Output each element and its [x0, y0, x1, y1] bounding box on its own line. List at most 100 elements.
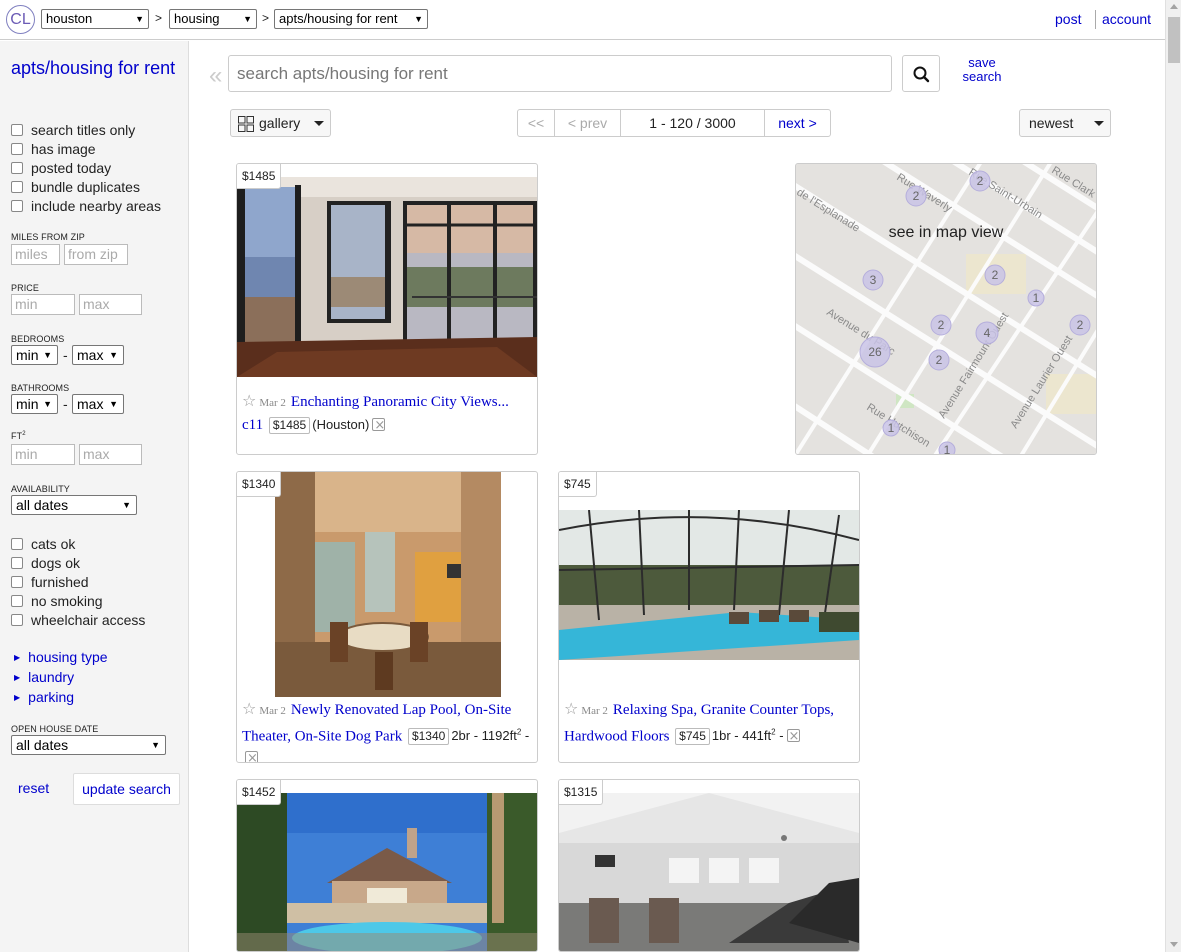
no-smoking-checkbox[interactable]: no smoking: [11, 592, 103, 610]
city-select[interactable]: houston ▼: [41, 9, 149, 29]
search-icon: [913, 66, 930, 83]
hide-listing-icon[interactable]: [245, 748, 258, 762]
collapse-sidebar-icon[interactable]: «: [209, 62, 222, 90]
listing-card[interactable]: $1315: [558, 779, 860, 952]
search-button[interactable]: [902, 55, 940, 92]
sort-label: newest: [1029, 115, 1074, 131]
listing-photo[interactable]: [275, 472, 501, 697]
hide-listing-icon[interactable]: [372, 415, 386, 437]
map-cluster-count: 1: [1033, 291, 1040, 305]
scroll-down-icon[interactable]: [1170, 942, 1178, 947]
listing-title-continued[interactable]: c11: [242, 417, 263, 433]
sort-select[interactable]: newest: [1019, 109, 1111, 137]
checkbox[interactable]: [11, 614, 23, 626]
open-house-select[interactable]: all dates ▼: [11, 735, 166, 755]
chevron-down-icon: ▼: [109, 399, 118, 409]
range-dash: -: [63, 347, 68, 363]
chevron-down-icon: ▼: [122, 500, 131, 510]
hide-listing-icon[interactable]: [786, 726, 800, 748]
next-page-button[interactable]: next >: [765, 110, 830, 136]
first-page-button[interactable]: <<: [518, 110, 555, 136]
listing-card[interactable]: $1340 ☆ Mar 2 Newly Renovated Lap Pool, On…: [236, 471, 538, 763]
has-image-checkbox[interactable]: has image: [11, 140, 96, 158]
include-nearby-checkbox[interactable]: include nearby areas: [11, 197, 161, 215]
laundry-link[interactable]: ▶ laundry: [14, 668, 74, 687]
star-icon[interactable]: ☆: [564, 699, 578, 718]
star-icon[interactable]: ☆: [242, 699, 256, 718]
chevron-down-icon: ▼: [135, 14, 144, 24]
divider: [1095, 10, 1096, 29]
listing-card[interactable]: $1452: [236, 779, 538, 952]
dogs-ok-checkbox[interactable]: dogs ok: [11, 554, 80, 572]
checkbox[interactable]: [11, 538, 23, 550]
bathrooms-label: BATHROOMS: [11, 383, 70, 393]
breadcrumb-separator: >: [155, 11, 163, 25]
housing-type-link[interactable]: ▶ housing type: [14, 648, 108, 667]
price-max-input[interactable]: max: [79, 294, 142, 315]
checkbox[interactable]: [11, 124, 23, 136]
chevron-down-icon: ▼: [243, 14, 252, 24]
listing-photo[interactable]: [237, 177, 537, 377]
subcategory-select[interactable]: apts/housing for rent ▼: [274, 9, 428, 29]
map-image: de l'Esplanade Rue Saint-Urbain Rue Clar…: [796, 164, 1096, 454]
listing-photo[interactable]: [559, 510, 859, 660]
breadcrumb-separator: >: [262, 11, 270, 25]
listing-date: Mar 2: [259, 397, 286, 409]
map-view-label[interactable]: see in map view: [796, 224, 1096, 242]
map-cluster-count: 2: [913, 189, 920, 203]
scrollbar-thumb[interactable]: [1168, 17, 1180, 63]
apartment-interior-image: [237, 177, 537, 377]
listing-card[interactable]: $1485 ☆ Mar 2 Enchanting Panoramic City …: [236, 163, 538, 455]
parking-link[interactable]: ▶ parking: [14, 688, 74, 707]
view-mode-button[interactable]: gallery: [230, 109, 331, 137]
price-badge: $1340: [407, 728, 450, 746]
wheelchair-access-checkbox[interactable]: wheelchair access: [11, 611, 145, 629]
checkbox[interactable]: [11, 200, 23, 212]
listing-card[interactable]: $745 ☆ Mar 2 Relaxing Spa, Granite Count…: [558, 471, 860, 763]
pagination: << < prev 1 - 120 / 3000 next >: [517, 109, 831, 137]
price-label: PRICE: [11, 283, 40, 293]
craigslist-logo[interactable]: CL: [6, 5, 35, 34]
scroll-up-icon[interactable]: [1170, 4, 1178, 9]
star-icon[interactable]: ☆: [242, 391, 256, 410]
bedrooms-min-select[interactable]: min ▼: [11, 345, 58, 365]
checkbox[interactable]: [11, 143, 23, 155]
checkbox[interactable]: [11, 576, 23, 588]
reset-link[interactable]: reset: [18, 780, 49, 796]
listing-photo[interactable]: [559, 793, 859, 951]
miles-input[interactable]: miles: [11, 244, 60, 265]
update-search-button[interactable]: update search: [73, 773, 180, 805]
checkbox[interactable]: [11, 557, 23, 569]
search-titles-checkbox[interactable]: search titles only: [11, 121, 135, 139]
checkbox[interactable]: [11, 595, 23, 607]
bathrooms-max-select[interactable]: max ▼: [72, 394, 124, 414]
posted-today-checkbox[interactable]: posted today: [11, 159, 111, 177]
checkbox[interactable]: [11, 181, 23, 193]
bedrooms-max-select[interactable]: max ▼: [72, 345, 124, 365]
prev-page-button[interactable]: < prev: [555, 110, 621, 136]
category-title: apts/housing for rent: [11, 58, 176, 78]
sqft-min-input[interactable]: min: [11, 444, 75, 465]
search-input[interactable]: search apts/housing for rent: [228, 55, 892, 92]
furnished-checkbox[interactable]: furnished: [11, 573, 89, 591]
map-preview[interactable]: de l'Esplanade Rue Saint-Urbain Rue Clar…: [795, 163, 1097, 455]
scrollbar[interactable]: [1165, 0, 1181, 952]
listing-title[interactable]: Enchanting Panoramic City Views...: [291, 394, 509, 410]
zip-input[interactable]: from zip: [64, 244, 128, 265]
map-cluster-count: 2: [936, 353, 943, 367]
post-link[interactable]: post: [1055, 11, 1081, 27]
cats-ok-checkbox[interactable]: cats ok: [11, 535, 75, 553]
price-min-input[interactable]: min: [11, 294, 75, 315]
top-bar: CL houston ▼ > housing ▼ > apts/housing …: [0, 0, 1165, 40]
sqft-max-input[interactable]: max: [79, 444, 142, 465]
checkbox[interactable]: [11, 162, 23, 174]
bundle-duplicates-checkbox[interactable]: bundle duplicates: [11, 178, 140, 196]
chevron-down-icon: ▼: [414, 14, 423, 24]
bathrooms-min-select[interactable]: min ▼: [11, 394, 58, 414]
category-select[interactable]: housing ▼: [169, 9, 257, 29]
availability-select[interactable]: all dates ▼: [11, 495, 137, 515]
save-search-link[interactable]: save search: [955, 56, 1009, 84]
listing-photo[interactable]: [237, 793, 537, 951]
listing-info: ☆ Mar 2 Newly Renovated Lap Pool, On-Site …: [242, 698, 534, 762]
account-link[interactable]: account: [1102, 11, 1151, 27]
